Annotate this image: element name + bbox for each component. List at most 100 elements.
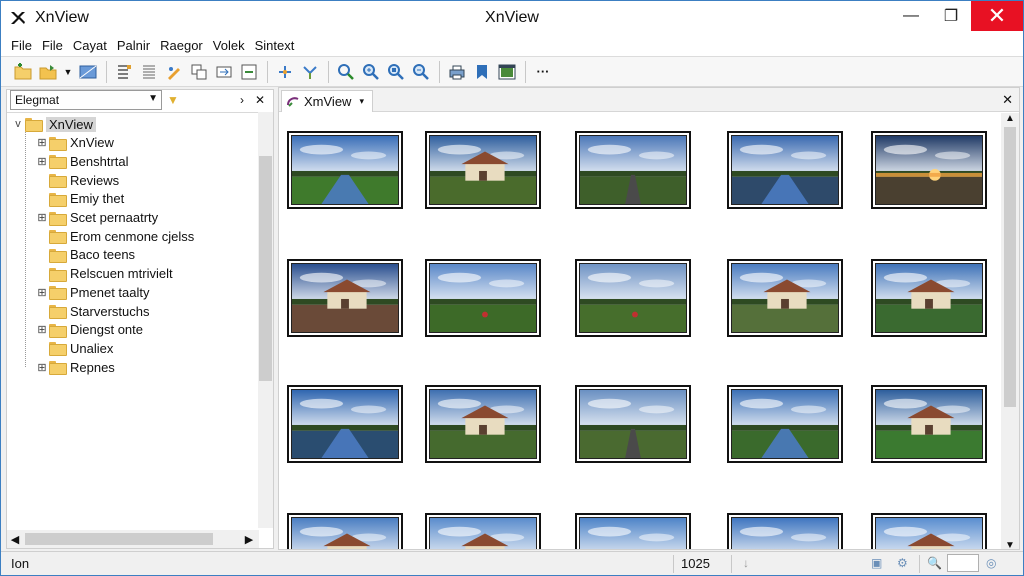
add-icon[interactable]: [273, 60, 297, 84]
open-file-icon[interactable]: [36, 60, 60, 84]
tree-item[interactable]: Unaliex: [35, 339, 113, 357]
sort-arrow-icon[interactable]: ↓: [743, 556, 749, 570]
scroll-down-arrow-icon[interactable]: ▼: [1001, 540, 1019, 549]
minimize-button[interactable]: —: [891, 1, 931, 31]
tree-item[interactable]: ⊞ Scet pernaatrty: [35, 209, 158, 227]
thumbnail-vertical-scrollbar[interactable]: ▲ ▼: [1001, 113, 1019, 549]
tree-item[interactable]: Reviews: [35, 171, 119, 189]
favorite-icon[interactable]: ▼: [165, 92, 181, 108]
tree-horizontal-scrollbar[interactable]: ◀ ▶: [7, 530, 259, 548]
menu-item-volek[interactable]: Volek: [209, 38, 249, 53]
zoom-out-icon[interactable]: [409, 60, 433, 84]
browse-icon[interactable]: [76, 60, 100, 84]
thumbnail[interactable]: [579, 389, 687, 459]
tree-expander-icon[interactable]: ⊞: [35, 286, 49, 299]
scroll-left-arrow-icon[interactable]: ◀: [7, 533, 23, 546]
menu-item-palnir[interactable]: Palnir: [113, 38, 154, 53]
zoom-in-icon[interactable]: [359, 60, 383, 84]
tree-item[interactable]: Relscuen mtrivielt: [35, 265, 173, 283]
status-separator: [731, 555, 732, 573]
thumbnail[interactable]: [731, 389, 839, 459]
thumbnail[interactable]: [291, 135, 399, 205]
folder-icon: [49, 136, 67, 151]
path-combobox[interactable]: Elegmat ▼: [10, 90, 162, 110]
image-info-icon[interactable]: ▣: [871, 556, 882, 570]
edit-icon[interactable]: [162, 60, 186, 84]
open-folder-icon[interactable]: [11, 60, 35, 84]
tree-item[interactable]: ⊞ Diengst onte: [35, 321, 143, 339]
thumbnail[interactable]: [429, 135, 537, 205]
zoom-slider[interactable]: [947, 554, 979, 572]
thumbnail[interactable]: [875, 389, 983, 459]
tree-expander-icon[interactable]: ⊞: [35, 211, 49, 224]
menu-item-file[interactable]: File: [7, 38, 36, 53]
thumbnail[interactable]: [731, 135, 839, 205]
window-title: XnView: [485, 9, 539, 26]
thumbnail[interactable]: [731, 263, 839, 333]
list-icon[interactable]: [112, 60, 136, 84]
thumbnail[interactable]: [875, 517, 983, 549]
scrollbar-thumb[interactable]: [259, 156, 272, 381]
thumbnail[interactable]: [429, 517, 537, 549]
zoom-icon[interactable]: 🔍: [927, 556, 942, 570]
thumbnail[interactable]: [291, 263, 399, 333]
chevron-down-icon[interactable]: ▼: [148, 93, 158, 104]
tree-expander-icon[interactable]: ⊞: [35, 361, 49, 374]
thumbnail[interactable]: [731, 517, 839, 549]
settings-icon[interactable]: ⚙: [897, 556, 908, 570]
close-panel-icon[interactable]: ✕: [251, 90, 269, 110]
more-icon[interactable]: ···: [531, 60, 555, 84]
scrollbar-thumb[interactable]: [1004, 127, 1016, 407]
forward-icon[interactable]: ›: [233, 90, 251, 110]
thumbnail[interactable]: [579, 263, 687, 333]
thumbnail[interactable]: [429, 263, 537, 333]
close-tab-icon[interactable]: ✕: [1002, 92, 1013, 108]
scrollbar-thumb[interactable]: [25, 533, 213, 545]
tab-menu-arrow-icon[interactable]: ▾: [359, 96, 364, 107]
move-icon[interactable]: [212, 60, 236, 84]
tree-expander-icon[interactable]: v: [11, 118, 25, 130]
scroll-up-arrow-icon[interactable]: ▲: [1001, 113, 1019, 124]
tree-item[interactable]: Emiy thet: [35, 190, 124, 208]
tools-icon[interactable]: [298, 60, 322, 84]
scroll-right-arrow-icon[interactable]: ▶: [241, 533, 257, 546]
tab-xnview[interactable]: XmView ▾: [281, 90, 373, 112]
menu-item-file-2[interactable]: File: [38, 38, 67, 53]
close-button[interactable]: ✕: [971, 1, 1023, 31]
tree-expander-icon[interactable]: ⊞: [35, 136, 49, 149]
tree-expander-icon[interactable]: ⊞: [35, 155, 49, 168]
tree-item[interactable]: ⊞ Repnes: [35, 358, 115, 376]
slideshow-icon[interactable]: [495, 60, 519, 84]
tree-item[interactable]: v XnView: [11, 115, 96, 133]
tree-item[interactable]: Baco teens: [35, 246, 135, 264]
tree-item[interactable]: ⊞ Pmenet taalty: [35, 283, 150, 301]
zoom-fit-icon[interactable]: [384, 60, 408, 84]
thumbnail[interactable]: [291, 517, 399, 549]
thumbnail[interactable]: [429, 389, 537, 459]
window-controls: — ❐ ✕: [891, 1, 1023, 31]
tree-item[interactable]: Starverstuchs: [35, 302, 149, 320]
thumbnail[interactable]: [291, 389, 399, 459]
maximize-button[interactable]: ❐: [931, 1, 971, 31]
print-icon[interactable]: [445, 60, 469, 84]
globe-icon[interactable]: ◎: [986, 556, 996, 570]
tree-item[interactable]: ⊞ XnView: [35, 134, 114, 152]
tree-expander-icon[interactable]: ⊞: [35, 323, 49, 336]
search-icon[interactable]: [334, 60, 358, 84]
copy-icon[interactable]: [187, 60, 211, 84]
dropdown-arrow-icon[interactable]: ▼: [61, 60, 75, 84]
thumbnail[interactable]: [875, 135, 983, 205]
tree-item[interactable]: ⊞ Benshtrtal: [35, 152, 129, 170]
xnview-logo-icon: [7, 7, 29, 29]
tree-item[interactable]: Erom cenmone cjelss: [35, 227, 194, 245]
bookmark-icon[interactable]: [470, 60, 494, 84]
thumbnail[interactable]: [579, 517, 687, 549]
convert-icon[interactable]: [237, 60, 261, 84]
thumbnail[interactable]: [875, 263, 983, 333]
menu-item-sintext[interactable]: Sintext: [251, 38, 299, 53]
tree-vertical-scrollbar[interactable]: [258, 112, 273, 528]
thumbnail[interactable]: [579, 135, 687, 205]
menu-item-cayat[interactable]: Cayat: [69, 38, 111, 53]
menu-item-raegor[interactable]: Raegor: [156, 38, 207, 53]
details-icon[interactable]: [137, 60, 161, 84]
